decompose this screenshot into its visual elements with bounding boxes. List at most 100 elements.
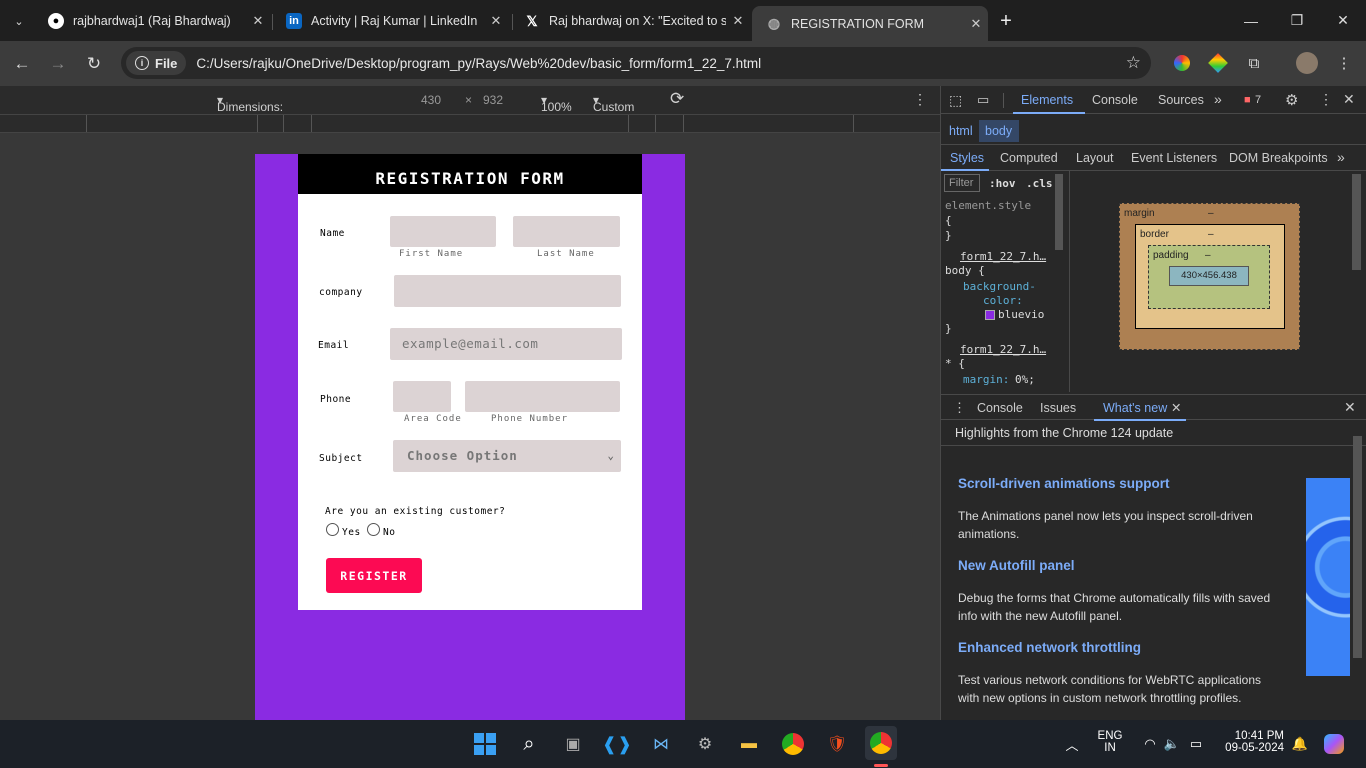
clock[interactable]: 10:41 PM 09-05-2024 (1220, 730, 1284, 754)
tab-linkedin[interactable]: in Activity | Raj Kumar | LinkedIn ✕ (272, 6, 508, 36)
tab-console[interactable]: Console (1092, 93, 1138, 107)
more-icon[interactable]: ⋮ (913, 91, 927, 108)
tab-x[interactable]: 𝕏 Raj bhardwaj on X: "Excited to s ✕ (510, 6, 750, 36)
settings-icon[interactable]: ⚙ (693, 732, 717, 756)
extension-icon[interactable] (1208, 53, 1228, 73)
css-property[interactable]: margin: (963, 373, 1009, 386)
tab-sources[interactable]: Sources (1158, 93, 1204, 107)
phone-number-input[interactable] (465, 381, 620, 412)
news-title[interactable]: New Autofill panel (958, 558, 1075, 573)
last-name-input[interactable] (513, 216, 620, 247)
css-property[interactable]: color: (983, 294, 1023, 307)
scrollbar[interactable] (1352, 174, 1361, 270)
width-input[interactable]: 430 (421, 93, 441, 107)
first-name-input[interactable] (390, 216, 496, 247)
menu-icon[interactable]: ⋮ (1334, 53, 1354, 73)
tab-dom-breakpoints[interactable]: DOM Breakpoints (1229, 151, 1328, 165)
color-swatch[interactable] (985, 310, 995, 320)
tab-search-button[interactable]: ⌄ (8, 10, 30, 32)
rule-source-link[interactable]: form1_22_7.h… (960, 343, 1046, 356)
restore-icon[interactable]: ❐ (1274, 0, 1320, 41)
close-icon[interactable]: ✕ (484, 13, 508, 29)
site-info-chip[interactable]: i File (126, 51, 187, 75)
new-tab-button[interactable]: + (993, 8, 1019, 34)
close-window-icon[interactable]: ✕ (1320, 0, 1366, 41)
device-select[interactable]: Dimensions: iPhone 14 Pro Max ▾ (217, 93, 283, 142)
more-tabs-icon[interactable]: » (1214, 91, 1222, 107)
volume-icon[interactable]: 🔈 (1160, 732, 1184, 756)
app-icon[interactable]: ⋈ (649, 732, 673, 756)
rule-source-link[interactable]: form1_22_7.h… (960, 250, 1046, 263)
area-code-input[interactable] (393, 381, 451, 412)
close-icon[interactable]: ✕ (726, 13, 750, 29)
chrome-active-icon[interactable] (865, 726, 897, 760)
rotate-icon[interactable]: ⟳ (670, 89, 684, 109)
windows-start-icon[interactable] (473, 732, 497, 756)
drawer-tab-issues[interactable]: Issues (1040, 401, 1076, 415)
tab-event-listeners[interactable]: Event Listeners (1131, 151, 1217, 165)
drawer-tab-console[interactable]: Console (977, 401, 1023, 415)
tab-layout[interactable]: Layout (1076, 151, 1114, 165)
hov-toggle[interactable]: :hov (989, 177, 1016, 190)
breadcrumb-html[interactable]: html (949, 124, 973, 138)
close-drawer-icon[interactable]: ✕ (1344, 399, 1356, 416)
filter-input[interactable]: Filter (944, 174, 980, 192)
chrome-icon[interactable] (781, 732, 805, 756)
register-button[interactable]: REGISTER (326, 558, 422, 593)
scrollbar[interactable] (1353, 436, 1362, 658)
close-icon[interactable]: ✕ (1343, 91, 1355, 108)
yes-radio[interactable] (326, 523, 339, 536)
tab-styles[interactable]: Styles (950, 151, 984, 165)
drawer-tab-whats-new[interactable]: What's new (1103, 401, 1167, 415)
minimize-icon[interactable]: — (1228, 0, 1274, 41)
language-indicator[interactable]: ENG IN (1096, 730, 1124, 754)
back-icon[interactable]: ← (9, 51, 35, 77)
error-icon[interactable]: ■ (1244, 94, 1251, 106)
file-explorer-icon[interactable]: ▬ (737, 732, 761, 756)
height-input[interactable]: 932 (483, 93, 503, 107)
news-title[interactable]: Scroll-driven animations support (958, 476, 1170, 491)
cls-toggle[interactable]: .cls (1026, 177, 1053, 190)
tab-computed[interactable]: Computed (1000, 151, 1058, 165)
url-text[interactable]: C:/Users/rajku/OneDrive/Desktop/program_… (196, 56, 761, 71)
tab-github[interactable]: ● rajbhardwaj1 (Raj Bhardwaj) ✕ (34, 6, 270, 36)
avatar[interactable] (1296, 52, 1318, 74)
no-radio[interactable] (367, 523, 380, 536)
close-icon[interactable]: ✕ (1171, 400, 1181, 415)
css-property[interactable]: background- (963, 280, 1036, 293)
settings-icon[interactable]: ⚙ (1285, 91, 1298, 109)
subject-select[interactable]: Choose Option ⌄ (393, 440, 621, 472)
drawer-menu-icon[interactable]: ⋮ (953, 400, 966, 416)
css-value[interactable]: 0%; (1015, 373, 1035, 386)
zoom-select[interactable]: 100% ▾ (541, 93, 572, 114)
email-input[interactable]: example@email.com (390, 328, 622, 360)
tab-registration-form[interactable]: ◍ REGISTRATION FORM ✕ (752, 6, 988, 41)
star-icon[interactable]: ☆ (1126, 53, 1141, 73)
scrollbar[interactable] (1055, 174, 1063, 250)
brave-icon[interactable]: 🛡 (825, 732, 849, 756)
address-bar[interactable]: i File C:/Users/rajku/OneDrive/Desktop/p… (121, 47, 1151, 79)
more-icon[interactable]: ⋮ (1319, 91, 1333, 108)
close-icon[interactable]: ✕ (964, 16, 988, 32)
chevron-up-icon[interactable]: ︿ (1060, 732, 1084, 756)
css-value[interactable]: bluevio (998, 308, 1044, 321)
tab-elements[interactable]: Elements (1021, 93, 1073, 107)
inspect-icon[interactable]: ⬚ (949, 92, 962, 109)
device-toggle-icon[interactable]: ▭ (977, 92, 989, 108)
company-input[interactable] (394, 275, 621, 307)
wifi-icon[interactable]: ◠ (1138, 732, 1162, 756)
forward-icon[interactable]: → (45, 51, 71, 77)
extension-icon[interactable] (1172, 53, 1192, 73)
search-icon[interactable]: ⌕ (517, 732, 541, 756)
puzzle-icon[interactable]: ⧉ (1244, 53, 1264, 73)
copilot-icon[interactable] (1322, 732, 1346, 756)
news-title[interactable]: Enhanced network throttling (958, 640, 1141, 655)
more-tabs-icon[interactable]: » (1337, 149, 1345, 165)
throttle-select[interactable]: Custom ▾ (593, 93, 634, 114)
notification-icon[interactable]: 🔔 (1288, 732, 1312, 756)
task-view-icon[interactable]: ▣ (561, 732, 585, 756)
battery-icon[interactable]: ▭ (1184, 732, 1208, 756)
close-icon[interactable]: ✕ (246, 13, 270, 29)
vscode-icon[interactable]: ❰❱ (602, 732, 632, 756)
breadcrumb-body[interactable]: body (979, 120, 1019, 142)
